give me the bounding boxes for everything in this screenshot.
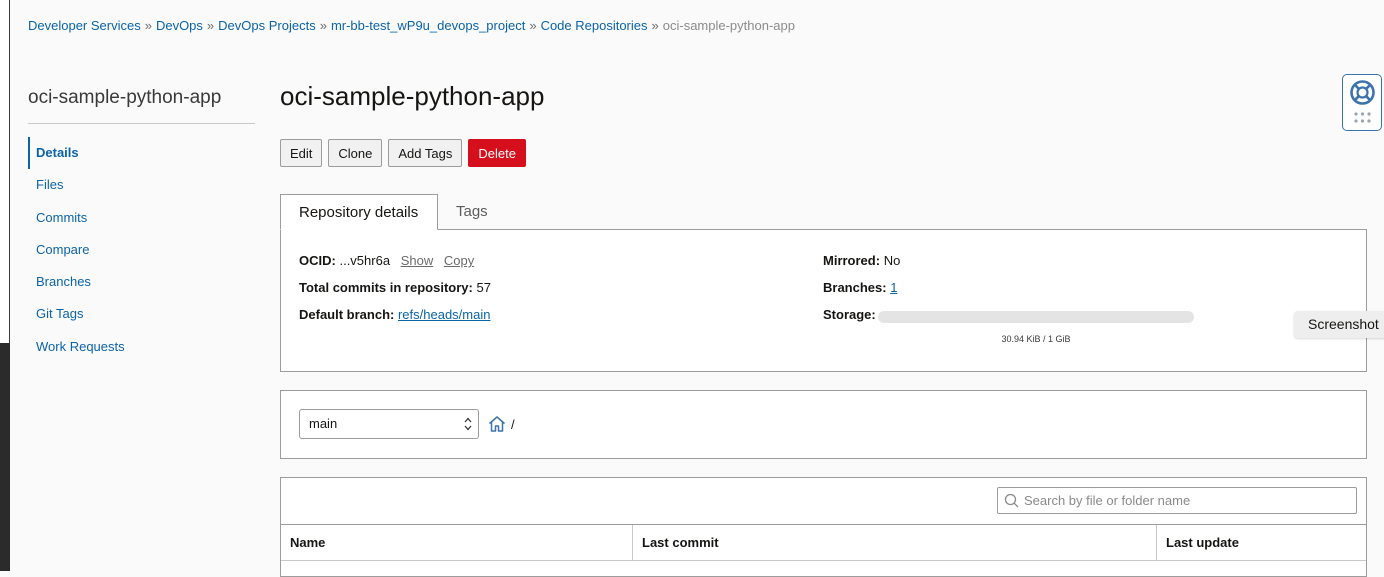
repository-details-panel: OCID: ...v5hr6a Show Copy Total commits … — [280, 229, 1367, 372]
sidebar-item-work-requests[interactable]: Work Requests — [28, 331, 255, 363]
breadcrumb-separator: » — [144, 18, 152, 33]
detail-tabs: Repository details Tags — [280, 194, 506, 230]
storage-label: Storage: — [823, 307, 876, 322]
breadcrumb-code-repositories[interactable]: Code Repositories — [541, 18, 648, 33]
files-panel: Name Last commit Last update — [280, 477, 1367, 577]
screenshot-button[interactable]: Screenshot — [1294, 311, 1384, 338]
help-widget[interactable] — [1342, 74, 1382, 131]
sidebar-item-details[interactable]: Details — [28, 137, 255, 170]
branches-label: Branches: — [823, 280, 887, 295]
breadcrumb-developer-services[interactable]: Developer Services — [28, 18, 141, 33]
branches-count-link[interactable]: 1 — [890, 280, 897, 295]
total-commits-field: Total commits in repository: 57 — [299, 280, 491, 295]
branches-field: Branches: 1 — [823, 280, 897, 295]
home-icon[interactable] — [488, 415, 506, 433]
ocid-copy-link[interactable]: Copy — [444, 253, 474, 268]
sidebar-item-branches[interactable]: Branches — [28, 266, 255, 298]
files-table-header: Name Last commit Last update — [281, 524, 1366, 561]
edge-line — [9, 0, 10, 343]
left-edge-strip — [0, 0, 10, 571]
branch-select-value: main — [309, 416, 338, 431]
path-root: / — [511, 417, 515, 432]
file-search-input[interactable] — [1024, 491, 1344, 510]
sidebar-nav: Details Files Commits Compare Branches G… — [28, 137, 255, 363]
edit-button[interactable]: Edit — [280, 139, 323, 167]
select-updown-icon — [464, 417, 472, 431]
ocid-show-link[interactable]: Show — [401, 253, 434, 268]
action-bar: Edit Clone Add Tags Delete — [280, 139, 526, 167]
drag-grip-icon — [1354, 112, 1371, 123]
ocid-label: OCID: — [299, 253, 336, 268]
file-search-box — [997, 487, 1357, 514]
branch-select[interactable]: main — [299, 409, 479, 439]
column-header-last-update[interactable]: Last update — [1156, 525, 1366, 560]
breadcrumb-project[interactable]: mr-bb-test_wP9u_devops_project — [331, 18, 525, 33]
breadcrumb-separator: » — [206, 18, 215, 33]
sidebar-item-compare[interactable]: Compare — [28, 234, 255, 266]
tab-tags[interactable]: Tags — [438, 194, 506, 230]
sidebar-item-commits[interactable]: Commits — [28, 202, 255, 234]
tab-repository-details[interactable]: Repository details — [280, 194, 438, 230]
column-header-name[interactable]: Name — [281, 525, 632, 560]
lifebuoy-icon — [1350, 80, 1375, 105]
breadcrumb: Developer Services» DevOps» DevOps Project… — [28, 18, 795, 33]
clone-button[interactable]: Clone — [328, 139, 383, 167]
breadcrumb-current: oci-sample-python-app — [662, 18, 795, 33]
mirrored-value: No — [883, 253, 901, 268]
ocid-field: OCID: ...v5hr6a Show Copy — [299, 253, 474, 268]
sidebar-item-files[interactable]: Files — [28, 169, 255, 201]
page-title: oci-sample-python-app — [280, 81, 545, 111]
mirrored-label: Mirrored: — [823, 253, 881, 268]
storage-usage-text: 30.94 KiB / 1 GiB — [1001, 334, 1071, 344]
breadcrumb-separator: » — [529, 18, 537, 33]
ocid-value: ...v5hr6a — [339, 253, 391, 268]
default-branch-label: Default branch: — [299, 307, 395, 322]
total-commits-value: 57 — [476, 280, 491, 295]
storage-field: Storage: — [823, 307, 876, 322]
sidebar-item-git-tags[interactable]: Git Tags — [28, 298, 255, 330]
add-tags-button[interactable]: Add Tags — [388, 139, 463, 167]
breadcrumb-devops-projects[interactable]: DevOps Projects — [218, 18, 316, 33]
delete-button[interactable]: Delete — [468, 139, 526, 167]
sidebar-divider — [28, 123, 255, 124]
breadcrumb-separator: » — [651, 18, 659, 33]
branch-path-panel: main / — [280, 390, 1367, 459]
mirrored-field: Mirrored: No — [823, 253, 900, 268]
column-header-last-commit[interactable]: Last commit — [632, 525, 1156, 560]
breadcrumb-devops[interactable]: DevOps — [156, 18, 203, 33]
default-branch-field: Default branch: refs/heads/main — [299, 307, 490, 322]
breadcrumb-separator: » — [319, 18, 327, 33]
search-icon — [1004, 493, 1019, 508]
edge-dark-block — [0, 343, 10, 571]
total-commits-label: Total commits in repository: — [299, 280, 473, 295]
sidebar-title: oci-sample-python-app — [28, 87, 222, 108]
default-branch-link[interactable]: refs/heads/main — [398, 307, 491, 322]
storage-meter — [878, 311, 1194, 323]
